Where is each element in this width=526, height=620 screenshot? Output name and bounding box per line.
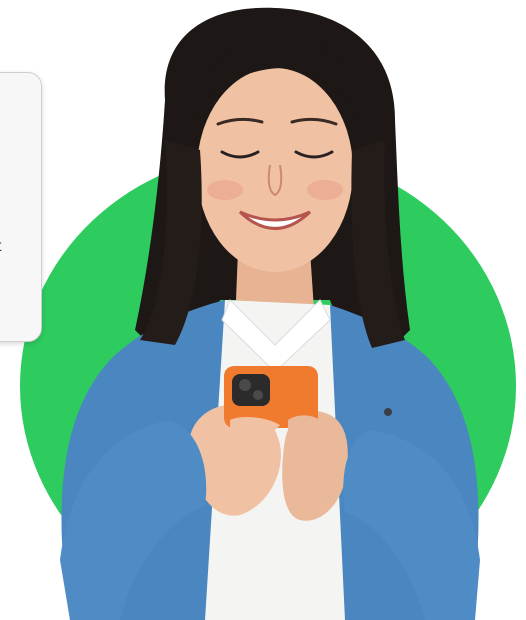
info-card: t	[0, 72, 42, 342]
hero-visual: t	[0, 0, 526, 620]
info-card-text: t	[0, 239, 1, 255]
woman-with-phone-photo	[60, 7, 480, 620]
cardigan-button	[384, 408, 392, 416]
right-cheek	[307, 180, 343, 200]
face	[197, 68, 353, 272]
left-cheek	[207, 180, 243, 200]
